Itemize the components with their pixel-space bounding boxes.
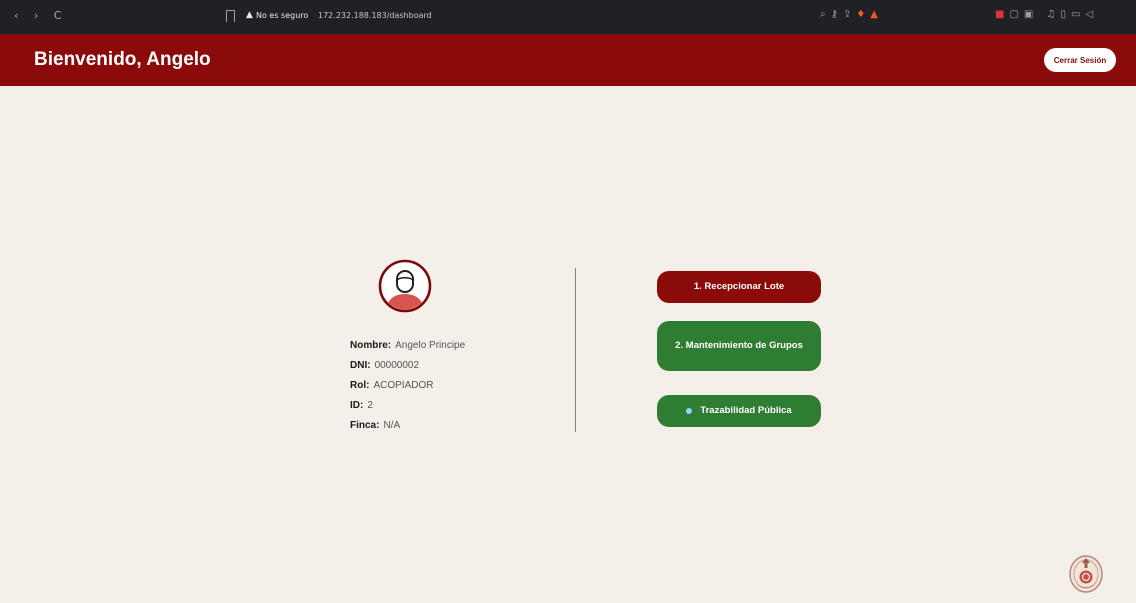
info-row-dni: DNI: 00000002 — [350, 360, 465, 380]
user-info: Nombre: Angelo Principe DNI: 00000002 Rol:… — [350, 340, 465, 440]
app-header: Bienvenido, Angelo Cerrar Sesión — [0, 34, 1136, 86]
info-row-role: Rol: ACOPIADOR — [350, 380, 465, 400]
info-label: ID: — [350, 400, 364, 411]
avatar — [378, 259, 432, 313]
globe-icon — [686, 408, 693, 414]
info-label: Finca: — [350, 420, 380, 431]
page-title: Bienvenido, Angelo — [34, 49, 211, 70]
vertical-divider — [575, 268, 576, 432]
extension-icon[interactable]: ▣ — [1024, 9, 1038, 20]
brave-shield-icon[interactable]: ♦ — [856, 9, 870, 20]
browser-toolbar: ‹ › C ▲ No es seguro 172.232.188.183/das… — [0, 0, 1136, 34]
group-maintenance-button[interactable]: 2. Mantenimiento de Grupos — [657, 321, 821, 371]
university-seal-logo — [1069, 555, 1103, 593]
sidebar-icon[interactable]: ▯ — [1061, 9, 1072, 20]
leo-icon[interactable]: ◁ — [1085, 9, 1098, 20]
extension-red-icon[interactable]: ■ — [995, 9, 1009, 20]
info-value: Angelo Principe — [395, 340, 466, 351]
extension-icon[interactable]: ▢ — [1009, 9, 1023, 20]
info-value: 00000002 — [374, 360, 420, 371]
brave-rewards-icon[interactable]: ▲ — [870, 9, 883, 20]
info-value: N/A — [383, 420, 401, 431]
key-icon[interactable]: ⚷ — [831, 9, 843, 20]
browser-nav-buttons[interactable]: ‹ › C — [14, 9, 67, 22]
receive-lot-button[interactable]: 1. Recepcionar Lote — [657, 271, 821, 303]
bookmark-icon[interactable] — [226, 10, 235, 22]
info-value: 2 — [367, 400, 373, 411]
warning-icon: ▲ — [246, 10, 253, 20]
info-label: DNI: — [350, 360, 371, 371]
logout-button[interactable]: Cerrar Sesión — [1044, 48, 1116, 72]
public-traceability-button[interactable]: Trazabilidad Pública — [657, 395, 821, 427]
extension-icons[interactable]: ■▢▣ ♫▯▭◁ — [995, 9, 1098, 20]
info-row-name: Nombre: Angelo Principe — [350, 340, 465, 360]
info-label: Rol: — [350, 380, 370, 391]
url-text[interactable]: 172.232.188.183/dashboard — [318, 11, 432, 20]
info-value: ACOPIADOR — [373, 380, 434, 391]
wallet-icon[interactable]: ▭ — [1071, 9, 1085, 20]
security-status[interactable]: No es seguro — [256, 11, 308, 20]
share-icon[interactable]: ⇪ — [843, 9, 856, 20]
public-traceability-label: Trazabilidad Pública — [700, 405, 792, 416]
zoom-icon[interactable]: ⌕ — [820, 9, 831, 20]
address-bar-icons[interactable]: ⌕⚷⇪♦▲ — [820, 9, 883, 20]
info-row-id: ID: 2 — [350, 400, 465, 420]
info-label: Nombre: — [350, 340, 392, 351]
info-row-farm: Finca: N/A — [350, 420, 465, 440]
media-icon[interactable]: ♫ — [1047, 9, 1061, 20]
